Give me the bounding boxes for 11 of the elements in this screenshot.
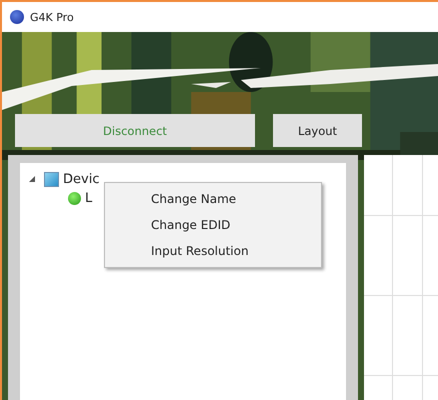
window-title: G4K Pro xyxy=(30,10,74,24)
tree-item[interactable]: L xyxy=(85,190,92,206)
status-icon xyxy=(68,192,81,204)
app-icon xyxy=(10,10,24,24)
menu-item[interactable]: Change Name xyxy=(105,186,321,212)
tree-item[interactable]: Devic xyxy=(63,172,100,186)
expander-icon[interactable] xyxy=(28,175,36,183)
toolbar-button[interactable]: Layout xyxy=(273,114,362,147)
menu-item[interactable]: Input Resolution xyxy=(105,238,321,264)
device-icon xyxy=(44,172,59,186)
menu-item[interactable]: Change EDID xyxy=(105,212,321,238)
